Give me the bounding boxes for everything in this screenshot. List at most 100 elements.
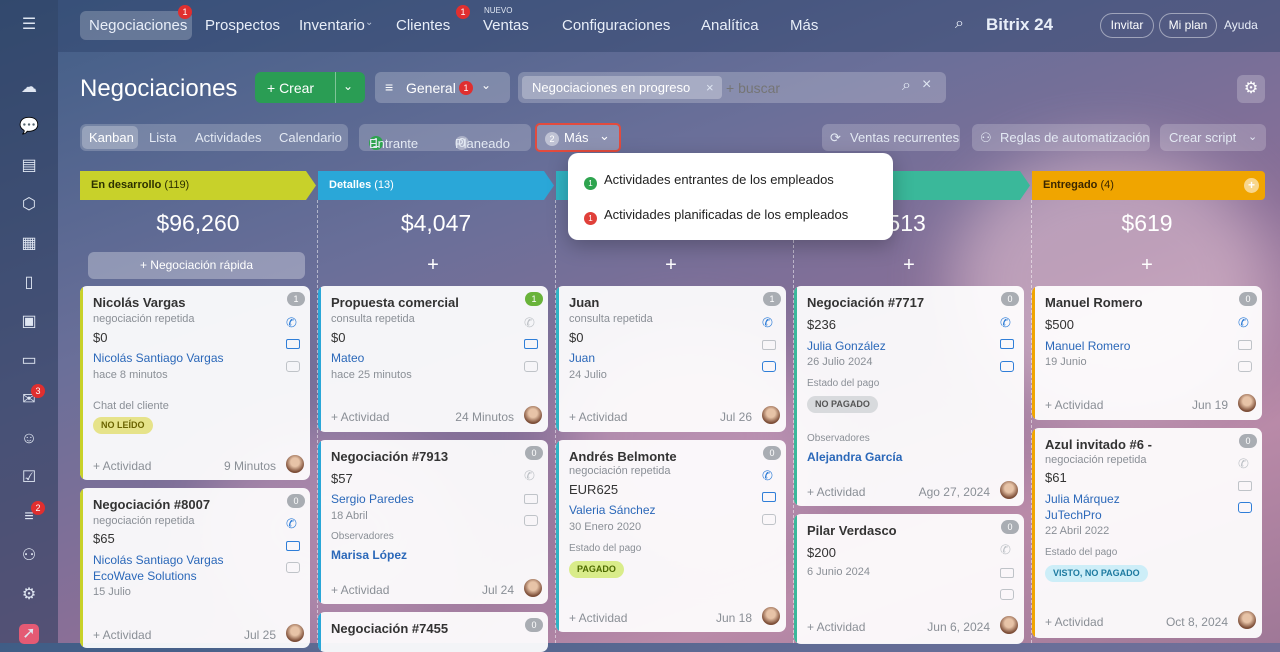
card-contact[interactable]: Julia Márquez: [1045, 492, 1120, 506]
nav-item-negociaciones[interactable]: Negociaciones: [89, 17, 187, 34]
chat-icon[interactable]: [762, 514, 776, 525]
more-counters-button[interactable]: 2 Más ⌄: [535, 123, 621, 152]
cloud-icon[interactable]: ☁: [19, 78, 39, 98]
phone-icon[interactable]: ✆: [286, 517, 300, 531]
nav-item-mas[interactable]: Más: [790, 17, 818, 34]
quick-deal-button[interactable]: + Negociación rápida: [88, 252, 305, 279]
deal-card[interactable]: Nicolás Vargas 1 negociación repetida $0…: [80, 286, 310, 480]
chat-icon[interactable]: [1000, 589, 1014, 600]
settings-gear-icon[interactable]: ⚙: [1237, 75, 1265, 103]
mail-icon[interactable]: [286, 339, 300, 349]
add-deal-icon[interactable]: +: [1032, 254, 1262, 277]
automation-rules-button[interactable]: ⚇ Reglas de automatización: [972, 124, 1150, 151]
deal-card[interactable]: Propuesta comercial 1 consulta repetida …: [318, 286, 548, 432]
observer-name[interactable]: Marisa López: [331, 548, 407, 562]
phone-icon[interactable]: ✆: [286, 316, 300, 330]
add-activity-button[interactable]: + Actividad: [569, 611, 627, 625]
tab-list[interactable]: Lista: [149, 130, 176, 145]
card-title[interactable]: Azul invitado #6 -: [1045, 437, 1152, 452]
card-title[interactable]: Juan: [569, 295, 599, 310]
mail-icon[interactable]: [762, 492, 776, 502]
phone-icon[interactable]: ✆: [1000, 543, 1014, 557]
document-icon[interactable]: ▤: [19, 156, 39, 176]
observer-name[interactable]: Alejandra García: [807, 450, 902, 464]
tab-kanban[interactable]: Kanban: [89, 130, 134, 145]
add-deal-icon[interactable]: +: [556, 254, 786, 277]
card-contact[interactable]: Manuel Romero: [1045, 339, 1130, 353]
add-activity-button[interactable]: + Actividad: [93, 459, 151, 473]
settings-icon[interactable]: ⚙: [19, 585, 39, 605]
deal-card[interactable]: Negociación #7455 0: [318, 612, 548, 652]
card-contact[interactable]: Mateo: [331, 351, 364, 365]
deal-card[interactable]: Manuel Romero 0 $500 Manuel Romero 19 Ju…: [1032, 286, 1262, 420]
file-icon[interactable]: ▯: [19, 273, 39, 293]
chat-icon[interactable]: [1000, 361, 1014, 372]
tab-calendar[interactable]: Calendario: [279, 130, 342, 145]
chat-icon[interactable]: [524, 361, 538, 372]
hexagon-icon[interactable]: ⬡: [19, 195, 39, 215]
mail-icon[interactable]: [1000, 339, 1014, 349]
add-activity-button[interactable]: + Actividad: [1045, 615, 1103, 629]
column-header-detalles[interactable]: Detalles (13): [318, 171, 554, 200]
nav-item-clientes[interactable]: Clientes: [396, 17, 450, 34]
add-column-icon[interactable]: +: [1244, 178, 1259, 193]
card-contact[interactable]: Valeria Sánchez: [569, 503, 656, 517]
mail-icon[interactable]: [1000, 568, 1014, 578]
mail-icon[interactable]: [524, 494, 538, 504]
card-title[interactable]: Negociación #7913: [331, 449, 448, 464]
search-icon[interactable]: ⌕: [902, 77, 911, 95]
deal-card[interactable]: Negociación #7717 0 $236 Julia González …: [794, 286, 1024, 506]
add-activity-button[interactable]: + Actividad: [807, 485, 865, 499]
nav-item-configuraciones[interactable]: Configuraciones: [562, 17, 670, 34]
invite-button[interactable]: Invitar: [1100, 13, 1154, 38]
menu-icon[interactable]: ☰: [19, 15, 39, 35]
recurring-sales-button[interactable]: ⟳ Ventas recurrentes: [822, 124, 960, 151]
phone-icon[interactable]: ✆: [1238, 457, 1252, 471]
deal-card[interactable]: Pilar Verdasco 0 $200 6 Junio 2024 + Act…: [794, 514, 1024, 644]
card-title[interactable]: Negociación #8007: [93, 497, 210, 512]
chat-icon[interactable]: [1238, 361, 1252, 372]
nav-item-ventas[interactable]: Ventas: [483, 17, 529, 34]
add-deal-icon[interactable]: +: [318, 254, 548, 277]
filter-chip[interactable]: Negociaciones en progreso ×: [522, 76, 722, 99]
add-activity-button[interactable]: + Actividad: [331, 410, 389, 424]
board-icon[interactable]: ▣: [19, 312, 39, 332]
phone-icon[interactable]: ✆: [524, 316, 538, 330]
calendar-icon[interactable]: ▦: [19, 234, 39, 254]
add-activity-button[interactable]: + Actividad: [331, 583, 389, 597]
dropdown-item-planned[interactable]: 1 Actividades planificadas de los emplead…: [584, 207, 848, 225]
card-title[interactable]: Nicolás Vargas: [93, 295, 186, 310]
add-deal-icon[interactable]: +: [794, 254, 1024, 277]
dropdown-item-incoming[interactable]: 1 Actividades entrantes de los empleados: [584, 172, 834, 190]
help-link[interactable]: Ayuda: [1224, 18, 1258, 32]
chat-icon[interactable]: [286, 562, 300, 573]
card-company[interactable]: JuTechPro: [1045, 508, 1102, 522]
mail-icon[interactable]: [286, 541, 300, 551]
column-header-entregado[interactable]: Entregado (4) +: [1032, 171, 1265, 200]
phone-icon[interactable]: ✆: [524, 469, 538, 483]
create-script-button[interactable]: Crear script ⌄: [1160, 124, 1266, 151]
card-title[interactable]: Negociación #7717: [807, 295, 924, 310]
card-contact[interactable]: Julia González: [807, 339, 886, 353]
deal-card[interactable]: Negociación #8007 0 negociación repetida…: [80, 488, 310, 648]
card-contact[interactable]: Juan: [569, 351, 595, 365]
add-activity-button[interactable]: + Actividad: [569, 410, 627, 424]
mail-icon[interactable]: ✉ 3: [19, 384, 45, 410]
nav-item-inventario[interactable]: Inventario: [299, 17, 365, 34]
card-title[interactable]: Andrés Belmonte: [569, 449, 677, 464]
card-title[interactable]: Manuel Romero: [1045, 295, 1143, 310]
search-icon[interactable]: ⌕: [955, 15, 964, 33]
mail-icon[interactable]: [1238, 340, 1252, 350]
card-title[interactable]: Negociación #7455: [331, 621, 448, 636]
search-input[interactable]: [726, 77, 896, 98]
chevron-down-icon[interactable]: ⌄: [1248, 130, 1257, 143]
tab-activities[interactable]: Actividades: [195, 130, 261, 145]
card-contact[interactable]: Nicolás Santiago Vargas: [93, 553, 224, 567]
add-activity-button[interactable]: + Actividad: [1045, 398, 1103, 412]
contacts-icon[interactable]: ☺: [19, 429, 39, 449]
general-filter-button[interactable]: ≡ General 1 ⌄: [375, 72, 510, 103]
phone-icon[interactable]: ✆: [1000, 316, 1014, 330]
deal-card[interactable]: Juan 1 consulta repetida $0 Juan 24 Juli…: [556, 286, 786, 432]
deal-card[interactable]: Negociación #7913 0 $57 Sergio Paredes 1…: [318, 440, 548, 604]
card-contact[interactable]: Sergio Paredes: [331, 492, 414, 506]
